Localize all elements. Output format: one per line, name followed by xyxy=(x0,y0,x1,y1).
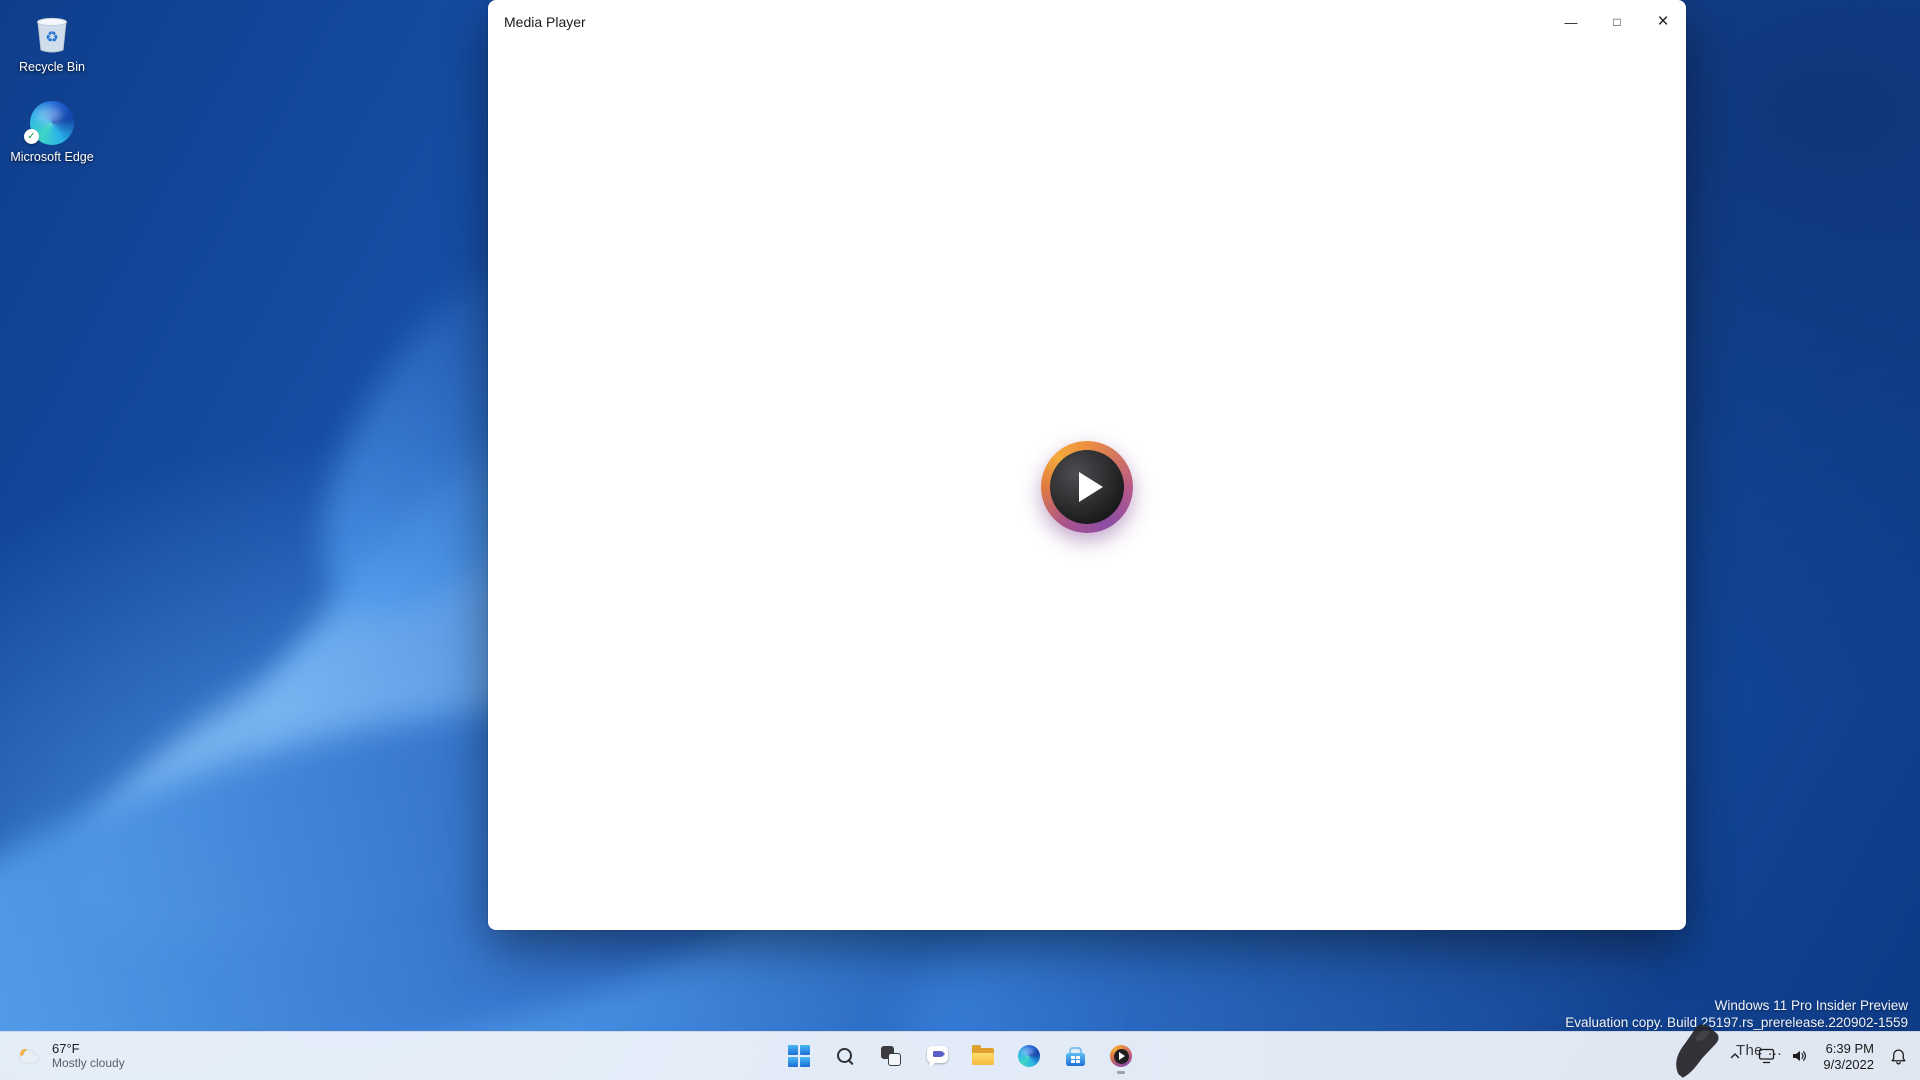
weather-cloud-icon xyxy=(16,1046,44,1066)
task-view-icon xyxy=(881,1046,901,1066)
widgets-weather-button[interactable]: 67°F Mostly cloudy xyxy=(4,1035,137,1077)
tray-time: 6:39 PM xyxy=(1826,1041,1874,1056)
chevron-up-icon xyxy=(1728,1049,1742,1063)
media-player-content xyxy=(488,44,1686,930)
desktop: ♻ Recycle Bin ✓ Microsoft Edge Media Pla… xyxy=(0,0,1920,1080)
folder-icon xyxy=(972,1048,994,1065)
show-hidden-icons-button[interactable] xyxy=(1721,1036,1749,1076)
clock[interactable]: 6:39 PM 9/3/2022 xyxy=(1816,1036,1881,1076)
tray-date: 9/3/2022 xyxy=(1823,1057,1874,1072)
windows-logo-icon xyxy=(788,1045,810,1067)
chat-button[interactable] xyxy=(917,1036,957,1076)
desktop-icon-microsoft-edge[interactable]: ✓ Microsoft Edge xyxy=(6,100,98,164)
titlebar[interactable]: Media Player — □ × xyxy=(488,0,1686,44)
system-tray: 6:39 PM 9/3/2022 xyxy=(1721,1032,1914,1080)
close-button[interactable]: × xyxy=(1640,0,1686,44)
weather-condition: Mostly cloudy xyxy=(52,1057,125,1070)
recycle-bin-icon: ♻ xyxy=(29,10,75,56)
taskbar-app-icons xyxy=(779,1032,1141,1080)
network-button[interactable] xyxy=(1751,1036,1782,1076)
play-icon xyxy=(1079,472,1103,502)
chat-icon xyxy=(927,1046,948,1067)
taskbar: 67°F Mostly cloudy xyxy=(0,1031,1920,1080)
desktop-icon-label: Recycle Bin xyxy=(19,60,85,74)
media-player-window: Media Player — □ × xyxy=(488,0,1686,930)
edge-icon: ✓ xyxy=(29,100,75,146)
play-button[interactable] xyxy=(1041,441,1133,533)
store-icon xyxy=(1065,1047,1085,1066)
window-title: Media Player xyxy=(488,0,1548,44)
maximize-button[interactable]: □ xyxy=(1594,0,1640,44)
microsoft-store-button[interactable] xyxy=(1055,1036,1095,1076)
caption-buttons: — □ × xyxy=(1548,0,1686,44)
weather-temperature: 67°F xyxy=(52,1042,80,1056)
play-ring xyxy=(1041,441,1133,533)
media-player-taskbar-button[interactable] xyxy=(1101,1036,1141,1076)
file-explorer-button[interactable] xyxy=(963,1036,1003,1076)
minimize-button[interactable]: — xyxy=(1548,0,1594,44)
volume-button[interactable] xyxy=(1784,1036,1814,1076)
insider-watermark: Windows 11 Pro Insider Preview Evaluatio… xyxy=(1565,997,1908,1031)
notifications-button[interactable] xyxy=(1883,1036,1914,1076)
watermark-line2: Evaluation copy. Build 25197.rs_prerelea… xyxy=(1565,1014,1908,1031)
recycle-symbol: ♻ xyxy=(45,29,58,46)
desktop-icon-list: ♻ Recycle Bin ✓ Microsoft Edge xyxy=(6,10,98,164)
network-icon xyxy=(1758,1048,1775,1064)
running-indicator xyxy=(1117,1071,1125,1074)
start-button[interactable] xyxy=(779,1036,819,1076)
search-button[interactable] xyxy=(825,1036,865,1076)
check-badge-icon: ✓ xyxy=(24,129,39,144)
volume-icon xyxy=(1791,1048,1807,1064)
search-icon xyxy=(836,1047,854,1065)
desktop-icon-label: Microsoft Edge xyxy=(10,150,93,164)
media-player-icon xyxy=(1110,1045,1132,1067)
edge-icon xyxy=(1018,1045,1040,1067)
desktop-icon-recycle-bin[interactable]: ♻ Recycle Bin xyxy=(6,10,98,74)
edge-button[interactable] xyxy=(1009,1036,1049,1076)
watermark-line1: Windows 11 Pro Insider Preview xyxy=(1565,997,1908,1014)
task-view-button[interactable] xyxy=(871,1036,911,1076)
bell-icon xyxy=(1890,1048,1907,1065)
